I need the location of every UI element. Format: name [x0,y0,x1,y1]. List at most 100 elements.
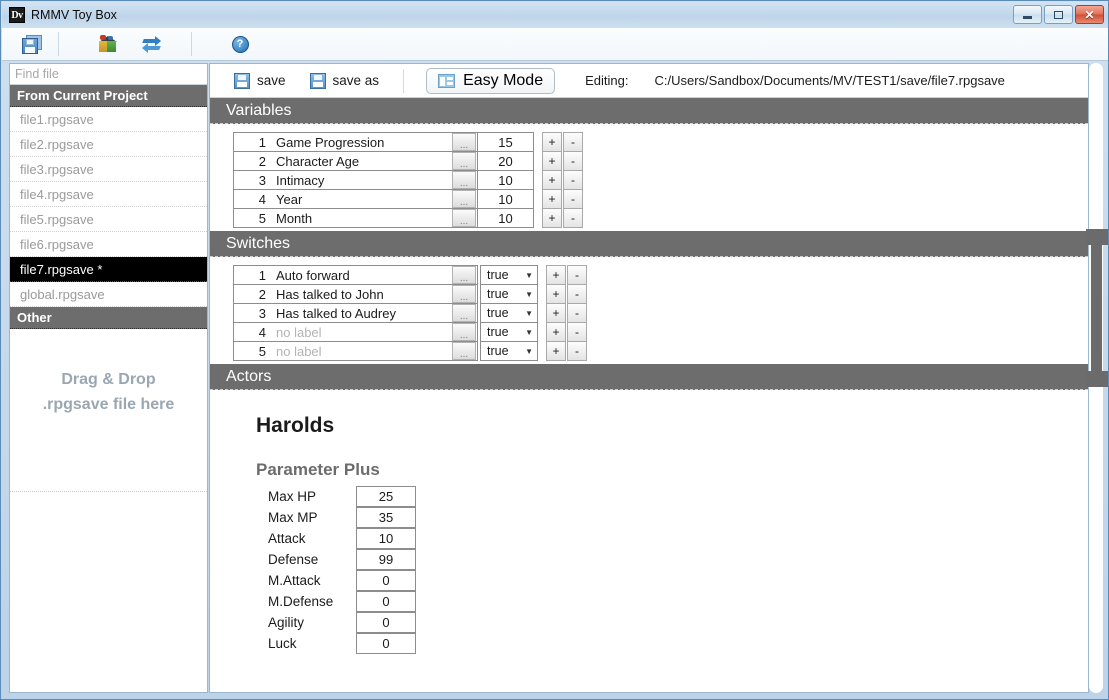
toolbar-refresh-button[interactable] [129,29,173,60]
parameter-value-input[interactable]: 0 [356,611,416,633]
variable-label-cell[interactable]: 5 Month ... [233,208,478,228]
switch-decrement-button[interactable]: - [567,303,587,323]
switch-label-cell[interactable]: 3 Has talked to Audrey ... [233,303,478,323]
variable-label-cell[interactable]: 4 Year ... [233,189,478,209]
easy-mode-button[interactable]: Easy Mode [426,67,556,94]
variable-label-cell[interactable]: 2 Character Age ... [233,151,478,171]
switch-id: 2 [258,286,266,302]
table-row: 5 Month ... 10 + - [233,208,1088,228]
save-as-button[interactable]: save as [309,72,379,89]
variables-rows: 1 Game Progression ... 15 + - 2 Characte… [210,124,1088,231]
switch-increment-button[interactable]: + [546,303,566,323]
switch-value-select[interactable]: true ▼ [480,341,538,361]
minimize-button[interactable] [1013,5,1042,24]
save-as-icon [309,72,326,89]
variable-decrement-button[interactable]: - [563,189,583,209]
variable-label-cell[interactable]: 3 Intimacy ... [233,170,478,190]
list-item[interactable]: file2.rpgsave [10,132,207,157]
switch-value-select[interactable]: true ▼ [480,303,538,323]
parameter-value-input[interactable]: 99 [356,548,416,570]
list-item-selected[interactable]: file7.rpgsave * [10,257,207,282]
variable-decrement-button[interactable]: - [563,170,583,190]
parameter-value-input[interactable]: 0 [356,569,416,591]
switch-decrement-button[interactable]: - [567,284,587,304]
toolbar-help-button[interactable]: ? [218,29,262,60]
variable-increment-button[interactable]: + [542,170,562,190]
variable-increment-button[interactable]: + [542,151,562,171]
section-header-switches: Switches [210,231,1088,257]
switch-picker-button[interactable]: ... [452,285,476,303]
vertical-scrollbar-thumb[interactable] [1091,231,1102,386]
variable-decrement-button[interactable]: - [563,132,583,152]
switch-decrement-button[interactable]: - [567,322,587,342]
list-item[interactable]: file3.rpgsave [10,157,207,182]
switch-increment-button[interactable]: + [546,265,566,285]
list-item[interactable]: file5.rpgsave [10,207,207,232]
chevron-down-icon: ▼ [525,270,533,280]
variable-increment-button[interactable]: + [542,189,562,209]
parameter-row: Luck 0 [256,632,1088,654]
variable-picker-button[interactable]: ... [452,190,476,208]
variable-value-input[interactable]: 10 [478,189,534,209]
variable-picker-button[interactable]: ... [452,171,476,189]
switch-value-select[interactable]: true ▼ [480,284,538,304]
switch-label-cell[interactable]: 4 no label ... [233,322,478,342]
parameter-value-input[interactable]: 35 [356,506,416,528]
save-button[interactable]: save [234,72,286,89]
parameter-value-input[interactable]: 0 [356,590,416,612]
switch-decrement-button[interactable]: - [567,341,587,361]
variable-id: 4 [258,191,266,207]
switch-increment-button[interactable]: + [546,341,566,361]
parameter-value-input[interactable]: 0 [356,632,416,654]
switch-picker-button[interactable]: ... [452,323,476,341]
variable-picker-button[interactable]: ... [452,152,476,170]
chevron-down-icon: ▼ [525,289,533,299]
toolbar-save-all-button[interactable] [10,29,54,60]
list-item[interactable]: global.rpgsave [10,282,207,307]
switch-picker-button[interactable]: ... [452,266,476,284]
parameter-label: Max MP [268,510,318,525]
variable-name: Year [276,191,303,207]
variable-value-input[interactable]: 15 [478,132,534,152]
main-toolbar: ? [2,28,1108,61]
search-input[interactable] [10,64,207,85]
list-item[interactable]: file4.rpgsave [10,182,207,207]
toolbar-package-button[interactable] [85,29,129,60]
variable-picker-button[interactable]: ... [452,133,476,151]
drag-drop-zone[interactable]: Drag & Drop .rpgsave file here [10,367,207,417]
switch-picker-button[interactable]: ... [452,342,476,360]
variable-decrement-button[interactable]: - [563,208,583,228]
switch-label-cell[interactable]: 2 Has talked to John ... [233,284,478,304]
switch-picker-button[interactable]: ... [452,304,476,322]
switch-value-select[interactable]: true ▼ [480,265,538,285]
switch-decrement-button[interactable]: - [567,265,587,285]
list-item[interactable]: file6.rpgsave [10,232,207,257]
table-row: 1 Game Progression ... 15 + - [233,132,1088,152]
variable-name: Game Progression [276,134,385,150]
switch-value-text: true [487,287,509,301]
variable-increment-button[interactable]: + [542,208,562,228]
minimize-icon [1023,16,1032,19]
close-icon: ✕ [1084,7,1095,22]
variable-value-input[interactable]: 20 [478,151,534,171]
maximize-button[interactable] [1044,5,1073,24]
variable-label-cell[interactable]: 1 Game Progression ... [233,132,478,152]
switch-label-cell[interactable]: 1 Auto forward ... [233,265,478,285]
parameter-value-input[interactable]: 10 [356,527,416,549]
variable-increment-button[interactable]: + [542,132,562,152]
app-icon: Dv [9,7,25,23]
variable-decrement-button[interactable]: - [563,151,583,171]
variable-picker-button[interactable]: ... [452,209,476,227]
switch-increment-button[interactable]: + [546,322,566,342]
editor-toolbar-separator [403,68,405,93]
variable-value-input[interactable]: 10 [478,170,534,190]
drag-drop-line-1: Drag & Drop [61,371,156,388]
switch-value-select[interactable]: true ▼ [480,322,538,342]
list-item[interactable]: file1.rpgsave [10,107,207,132]
close-button[interactable]: ✕ [1075,5,1104,24]
parameter-value-input[interactable]: 25 [356,485,416,507]
variable-value-input[interactable]: 10 [478,208,534,228]
switch-increment-button[interactable]: + [546,284,566,304]
chevron-down-icon: ▼ [525,346,533,356]
switch-label-cell[interactable]: 5 no label ... [233,341,478,361]
